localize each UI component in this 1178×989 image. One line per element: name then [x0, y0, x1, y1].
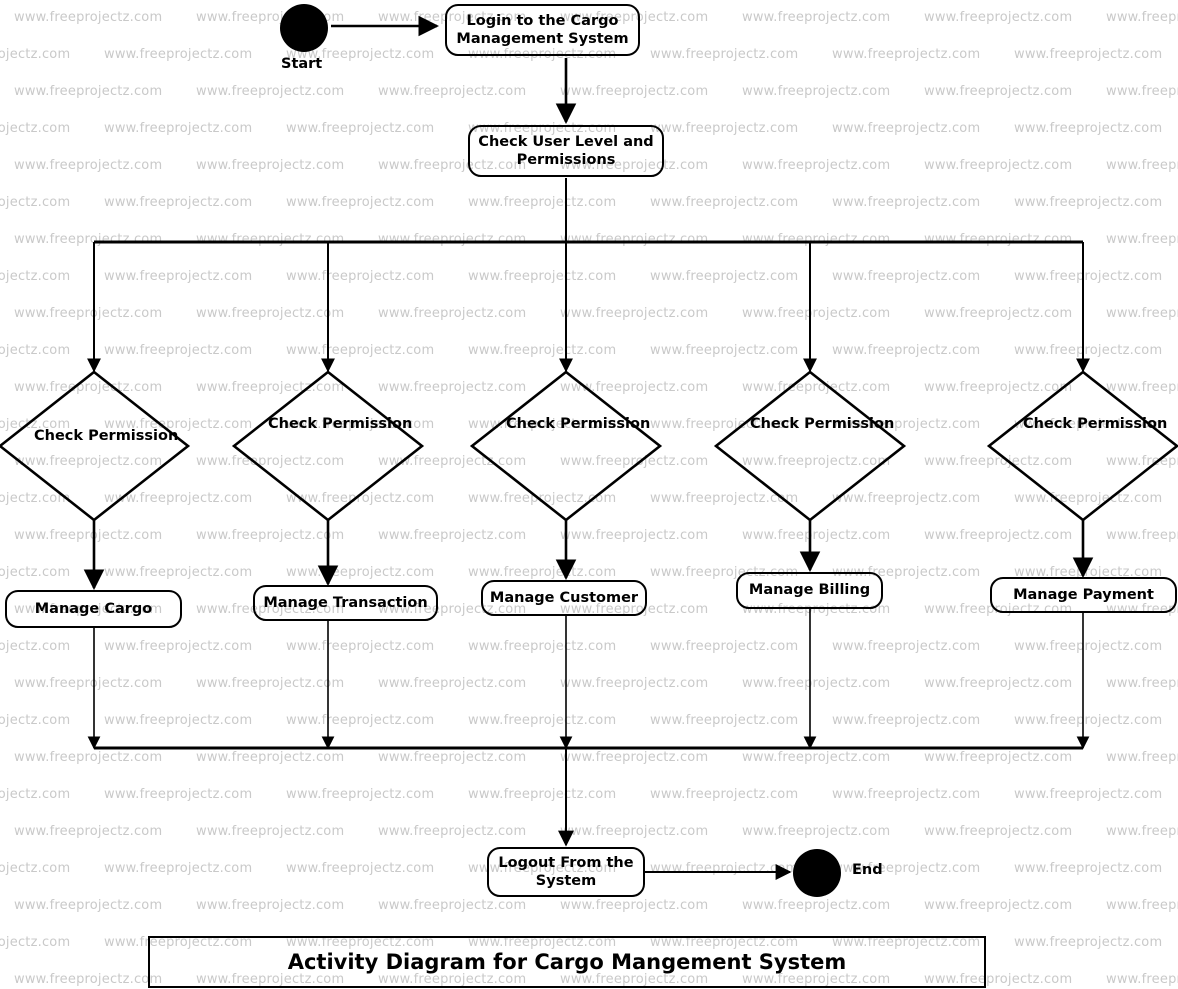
- end-label: End: [852, 862, 883, 878]
- activity-manage-customer[interactable]: Manage Customer: [481, 580, 647, 616]
- end-node: [793, 849, 841, 897]
- start-label: Start: [281, 56, 323, 72]
- decision-label-1: Check Permission: [34, 428, 179, 444]
- decision-diamond-1: [0, 370, 191, 522]
- decision-diamond-5: [986, 370, 1178, 522]
- decision-label-5: Check Permission: [1023, 416, 1168, 432]
- activity-diagram-canvas: www.freeprojectz.com www.freeprojectz.com…: [0, 0, 1178, 989]
- activity-manage-transaction[interactable]: Manage Transaction: [253, 585, 438, 621]
- activity-logout[interactable]: Logout From the System: [487, 847, 645, 897]
- start-node: [280, 4, 328, 52]
- decision-label-2: Check Permission: [268, 416, 413, 432]
- activity-login[interactable]: Login to the Cargo Management System: [445, 4, 640, 56]
- activity-manage-payment[interactable]: Manage Payment: [990, 577, 1177, 613]
- decision-diamond-4: [713, 370, 907, 522]
- decision-label-4: Check Permission: [750, 416, 895, 432]
- activity-manage-cargo[interactable]: Manage Cargo: [5, 590, 182, 628]
- activity-manage-billing[interactable]: Manage Billing: [736, 572, 883, 609]
- activity-check-user-level[interactable]: Check User Level and Permissions: [468, 125, 664, 177]
- diagram-title-frame: Activity Diagram for Cargo Mangement Sys…: [148, 936, 986, 988]
- decision-diamond-2: [231, 370, 425, 522]
- diagram-title: Activity Diagram for Cargo Mangement Sys…: [287, 950, 847, 974]
- decision-label-3: Check Permission: [506, 416, 651, 432]
- decision-diamond-3: [469, 370, 663, 522]
